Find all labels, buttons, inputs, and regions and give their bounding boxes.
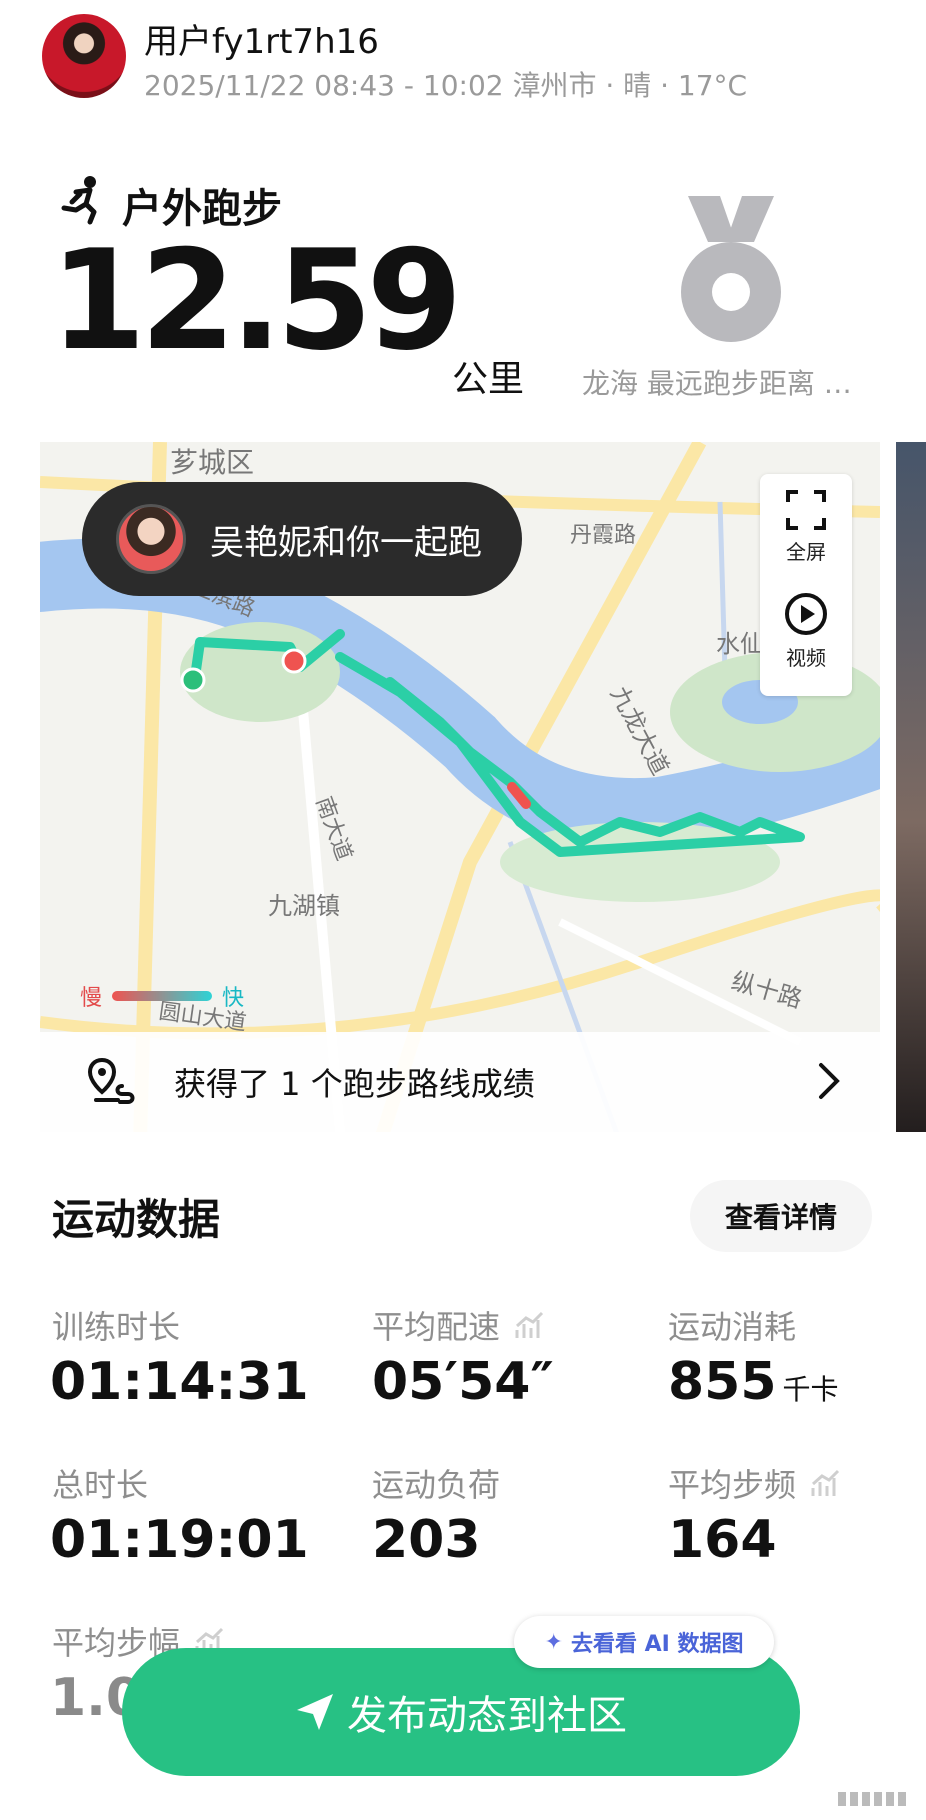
map-label-zhicheng: 芗城区 (170, 447, 254, 478)
ai-chip-label: 去看看 AI 数据图 (570, 1632, 744, 1657)
stat-value-training-duration: 01:14:31 (50, 1352, 309, 1412)
stat-value-cadence: 164 (668, 1510, 777, 1570)
running-icon (61, 176, 97, 225)
map-label-jiuhu: 九湖镇 (268, 893, 340, 920)
medal-icon[interactable] (668, 196, 794, 346)
route-achievement-row[interactable]: 获得了 1 个跑步路线成绩 (40, 1032, 880, 1132)
section-title: 运动数据 (52, 1195, 221, 1244)
user-avatar[interactable] (42, 14, 126, 98)
map-label-zongshi: 纵十路 (728, 968, 805, 1014)
map-label-jiulong: 九龙大道 (605, 682, 674, 779)
distance-unit: 公里 (452, 359, 525, 400)
view-details-button[interactable]: 查看详情 (690, 1180, 872, 1252)
stat-value-avg-pace: 05′54″ (372, 1352, 554, 1412)
map-tools-panel: 全屏 视频 (760, 474, 852, 696)
stat-label-training-load: 运动负荷 (372, 1466, 501, 1504)
route-pin-icon (88, 1057, 135, 1104)
stat-label-calories: 运动消耗 (668, 1308, 797, 1346)
send-icon (297, 1694, 333, 1730)
activity-time-location-weather: 2025/11/22 08:43 - 10:02 漳州市 · 晴 · 17°C (144, 69, 748, 102)
trend-chart-icon (811, 1469, 840, 1496)
next-card-peek[interactable] (896, 442, 926, 1132)
publish-label: 发布动态到社区 (347, 1693, 627, 1739)
companion-banner[interactable]: 吴艳妮和你一起跑 (82, 482, 522, 596)
medal-caption[interactable]: 龙海 最远跑步距离 … (582, 362, 852, 402)
calorie-unit: 千卡 (782, 1373, 839, 1406)
username[interactable]: 用户fy1rt7h16 (144, 14, 379, 63)
chevron-right-icon (819, 1063, 840, 1099)
trend-chart-icon (515, 1311, 544, 1338)
fullscreen-label[interactable]: 全屏 (760, 536, 852, 565)
watermark-mark (838, 1792, 908, 1806)
speed-legend: 慢 快 (80, 980, 244, 1012)
distance-value: 12.59 (50, 220, 463, 381)
legend-slow-label: 慢 (80, 986, 103, 1011)
ai-data-chart-chip[interactable]: ✦ 去看看 AI 数据图 (514, 1616, 774, 1668)
sparkle-icon: ✦ (544, 1629, 563, 1655)
stat-value-training-load: 203 (372, 1510, 481, 1570)
stat-value-total-duration: 01:19:01 (50, 1510, 309, 1570)
stat-value-calories: 855 千卡 (668, 1352, 839, 1412)
stat-label-training-duration: 训练时长 (52, 1308, 181, 1346)
video-play-icon[interactable] (784, 592, 828, 636)
fullscreen-icon[interactable] (786, 490, 826, 530)
stat-label-avg-pace[interactable]: 平均配速 (372, 1302, 544, 1348)
speed-gradient-bar (112, 991, 213, 1001)
video-label[interactable]: 视频 (760, 642, 852, 671)
legend-fast-label: 快 (222, 986, 245, 1011)
stat-label-total-duration: 总时长 (52, 1466, 149, 1504)
companion-avatar (116, 504, 186, 574)
companion-text: 吴艳妮和你一起跑 (210, 522, 482, 563)
achievement-text: 获得了 1 个跑步路线成绩 (174, 1065, 535, 1103)
stat-label-cadence[interactable]: 平均步频 (668, 1460, 840, 1506)
map-label-danxia: 丹霞路 (570, 522, 636, 547)
